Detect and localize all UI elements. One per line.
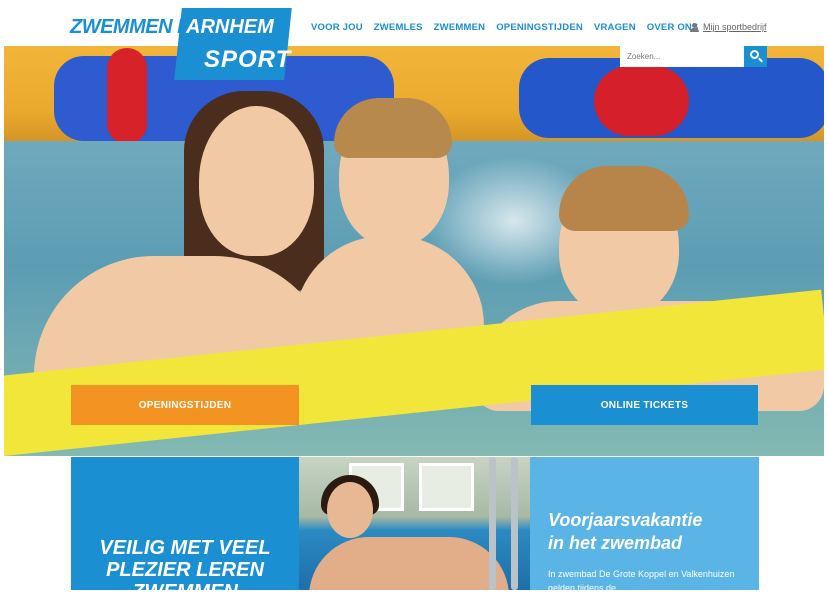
logo-text-sport: SPORT bbox=[204, 46, 292, 73]
spring-holiday-card[interactable]: Voorjaarsvakantie in het zwembad In zwem… bbox=[530, 457, 759, 593]
search-input[interactable] bbox=[620, 46, 744, 67]
online-tickets-button[interactable]: ONLINE TICKETS bbox=[531, 385, 758, 425]
spring-holiday-text: In zwembad De Grote Koppel en Valkenhuiz… bbox=[548, 569, 735, 593]
account-label: Mijn sportbedrijf bbox=[703, 22, 767, 32]
logo-text-city: ARNHEM bbox=[186, 16, 274, 38]
site-header: ZWEMMEN IN ARNHEM SPORT VOOR JOU ZWEMLES… bbox=[0, 0, 828, 80]
search-bar bbox=[620, 46, 767, 67]
pool-photo bbox=[299, 457, 530, 590]
opening-hours-button[interactable]: OPENINGSTIJDEN bbox=[71, 385, 299, 425]
search-button[interactable] bbox=[744, 46, 767, 67]
nav-item-voor-jou[interactable]: VOOR JOU bbox=[311, 22, 363, 33]
site-logo[interactable]: ZWEMMEN IN ARNHEM SPORT bbox=[70, 8, 300, 82]
swim-lessons-card[interactable]: VEILIG MET VEEL PLEZIER LEREN ZWEMMEN bbox=[71, 457, 299, 603]
main-nav: VOOR JOU ZWEMLES ZWEMMEN OPENINGSTIJDEN … bbox=[311, 22, 699, 33]
swim-lessons-title: VEILIG MET VEEL PLEZIER LEREN ZWEMMEN bbox=[99, 537, 271, 603]
account-link[interactable]: Mijn sportbedrijf bbox=[690, 22, 767, 32]
nav-item-openingstijden[interactable]: OPENINGSTIJDEN bbox=[496, 22, 583, 33]
nav-item-zwemles[interactable]: ZWEMLES bbox=[374, 22, 423, 33]
nav-item-vragen[interactable]: VRAGEN bbox=[594, 22, 636, 33]
logo-text: ZWEMMEN IN bbox=[70, 16, 197, 38]
spring-holiday-title: Voorjaarsvakantie in het zwembad bbox=[548, 510, 703, 553]
nav-item-zwemmen[interactable]: ZWEMMEN bbox=[434, 22, 486, 33]
user-icon bbox=[690, 22, 699, 32]
